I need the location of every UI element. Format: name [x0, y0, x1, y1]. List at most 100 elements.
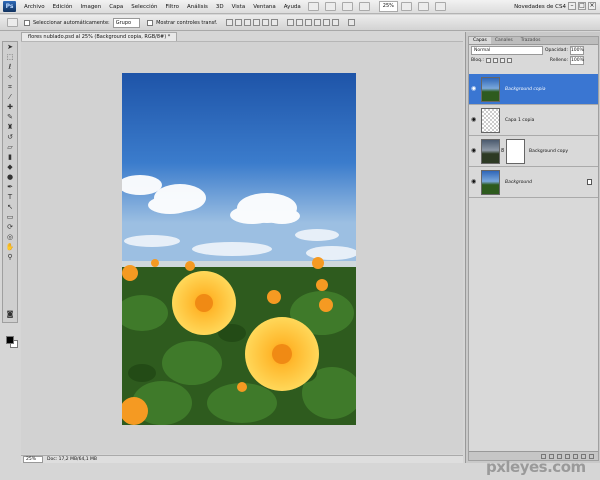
3d-rotate-icon[interactable]: ⟳ — [3, 222, 17, 232]
distribute-bottom-icon[interactable] — [305, 19, 313, 26]
align-right-icon[interactable] — [271, 19, 279, 26]
layer-row[interactable]: ◉ Background — [469, 167, 598, 198]
healing-brush-icon[interactable]: ✚ — [3, 102, 17, 112]
extras-icon[interactable] — [341, 2, 353, 11]
status-zoom-field[interactable]: 25% — [23, 456, 43, 463]
menu-vista[interactable]: Vista — [228, 0, 250, 14]
layer-name[interactable]: Background copia — [505, 87, 545, 92]
menu-analisis[interactable]: Análisis — [183, 0, 212, 14]
gradient-tool-icon[interactable]: ▮ — [3, 152, 17, 162]
clone-stamp-icon[interactable]: ♜ — [3, 122, 17, 132]
layer-row[interactable]: ◉ 8 Background copy — [469, 136, 598, 167]
align-hcenter-icon[interactable] — [262, 19, 270, 26]
lock-transparency-icon[interactable] — [485, 57, 491, 63]
layer-thumbnail — [481, 139, 500, 164]
bridge-icon[interactable] — [307, 2, 319, 11]
marquee-tool-icon[interactable]: ⬚ — [3, 52, 17, 62]
workspace-switcher[interactable]: Novedades de CS4 — [514, 2, 566, 12]
type-tool-icon[interactable]: T — [3, 192, 17, 202]
quick-mask-icon[interactable]: ◙ — [3, 309, 17, 319]
document-image[interactable] — [122, 73, 356, 425]
distribute-hcenter-icon[interactable] — [323, 19, 331, 26]
shape-tool-icon[interactable]: ▭ — [3, 212, 17, 222]
align-vcenter-icon[interactable] — [235, 19, 243, 26]
delete-layer-icon[interactable] — [589, 453, 594, 459]
options-bar: Seleccionar automáticamente: Grupo Mostr… — [0, 15, 600, 31]
visibility-eye-icon[interactable]: ◉ — [471, 86, 477, 92]
distribute-right-icon[interactable] — [332, 19, 340, 26]
pen-tool-icon[interactable]: ✒ — [3, 182, 17, 192]
menu-seleccion[interactable]: Selección — [127, 0, 161, 14]
lock-pixels-icon[interactable] — [492, 57, 498, 63]
menu-archivo[interactable]: Archivo — [20, 0, 49, 14]
lock-position-icon[interactable] — [499, 57, 505, 63]
auto-select-checkbox[interactable] — [24, 19, 30, 26]
history-brush-icon[interactable]: ↺ — [3, 132, 17, 142]
arrange-icon[interactable] — [358, 2, 370, 11]
blur-tool-icon[interactable]: ◆ — [3, 162, 17, 172]
path-selection-icon[interactable]: ↖ — [3, 202, 17, 212]
align-left-icon[interactable] — [253, 19, 261, 26]
tab-trazados[interactable]: Trazados — [517, 37, 545, 44]
distribute-vcenter-icon[interactable] — [296, 19, 304, 26]
layer-mask-thumbnail[interactable] — [506, 139, 525, 164]
menu-edicion[interactable]: Edición — [49, 0, 77, 14]
blend-mode-select[interactable]: Normal — [471, 45, 543, 55]
lock-all-icon[interactable] — [506, 57, 512, 63]
auto-align-icon[interactable] — [348, 19, 356, 26]
menu-bar: Ps Archivo Edición Imagen Capa Selección… — [0, 0, 600, 14]
rotate-view-icon[interactable] — [417, 2, 429, 11]
minimize-icon[interactable]: – — [568, 2, 576, 10]
layer-name[interactable]: Background — [505, 180, 532, 185]
crop-tool-icon[interactable]: ⌗ — [3, 82, 17, 92]
zoom-level-select[interactable]: 25% — [378, 1, 398, 12]
dodge-tool-icon[interactable]: ● — [3, 172, 17, 182]
auto-select-dropdown[interactable]: Grupo — [112, 17, 141, 28]
distribute-top-icon[interactable] — [287, 19, 295, 26]
magic-wand-icon[interactable]: ✧ — [3, 72, 17, 82]
move-tool-preset-icon[interactable] — [7, 18, 18, 27]
layer-name[interactable]: Background copy — [529, 149, 568, 154]
eraser-tool-icon[interactable]: ▱ — [3, 142, 17, 152]
tab-capas[interactable]: Capas — [469, 37, 491, 44]
menu-3d[interactable]: 3D — [212, 0, 228, 14]
foreground-color-swatch[interactable] — [6, 336, 14, 344]
layer-row[interactable]: ◉ Background copia — [469, 74, 598, 105]
visibility-eye-icon[interactable]: ◉ — [471, 179, 477, 185]
distribute-left-icon[interactable] — [314, 19, 322, 26]
menu-ventana[interactable]: Ventana — [249, 0, 280, 14]
layer-row[interactable]: ◉ Capa 1 copia — [469, 105, 598, 136]
brush-tool-icon[interactable]: ✎ — [3, 112, 17, 122]
visibility-eye-icon[interactable]: ◉ — [471, 148, 477, 154]
move-tool-icon[interactable]: ➤ — [3, 42, 17, 52]
auto-select-label: Seleccionar automáticamente: — [33, 19, 110, 26]
menu-capa[interactable]: Capa — [105, 0, 127, 14]
fill-field[interactable]: 100% — [570, 55, 584, 65]
layer-thumbnail — [481, 108, 500, 133]
document-size-info[interactable]: Doc: 17,2 MB/64,1 MB — [47, 456, 97, 463]
status-bar: 25% Doc: 17,2 MB/64,1 MB — [21, 455, 463, 463]
zoom-tool-icon[interactable]: ⚲ — [3, 252, 17, 262]
layer-name[interactable]: Capa 1 copia — [505, 118, 534, 123]
3d-orbit-icon[interactable]: ◎ — [3, 232, 17, 242]
visibility-eye-icon[interactable]: ◉ — [471, 117, 477, 123]
lasso-tool-icon[interactable]: ℓ — [3, 62, 17, 72]
eyedropper-tool-icon[interactable]: ⁄ — [3, 92, 17, 102]
menu-ayuda[interactable]: Ayuda — [280, 0, 305, 14]
menu-filtro[interactable]: Filtro — [161, 0, 182, 14]
menu-imagen[interactable]: Imagen — [76, 0, 105, 14]
hand-tool-icon[interactable] — [400, 2, 412, 11]
screen-mode-icon[interactable] — [434, 2, 446, 11]
document-tab[interactable]: flores nublado.psd al 25% (Background co… — [21, 32, 178, 41]
panel-tabs: Capas Canales Trazados — [469, 37, 598, 45]
align-top-icon[interactable] — [226, 19, 234, 26]
align-bottom-icon[interactable] — [244, 19, 252, 26]
tab-canales[interactable]: Canales — [491, 37, 517, 44]
mini-bridge-icon[interactable] — [324, 2, 336, 11]
canvas-area[interactable] — [21, 41, 463, 454]
maximize-icon[interactable]: □ — [578, 2, 586, 10]
hand-tool-icon[interactable]: ✋ — [3, 242, 17, 252]
close-icon[interactable]: × — [588, 2, 596, 10]
opacity-field[interactable]: 100% — [569, 45, 584, 55]
transform-controls-checkbox[interactable] — [147, 19, 154, 26]
